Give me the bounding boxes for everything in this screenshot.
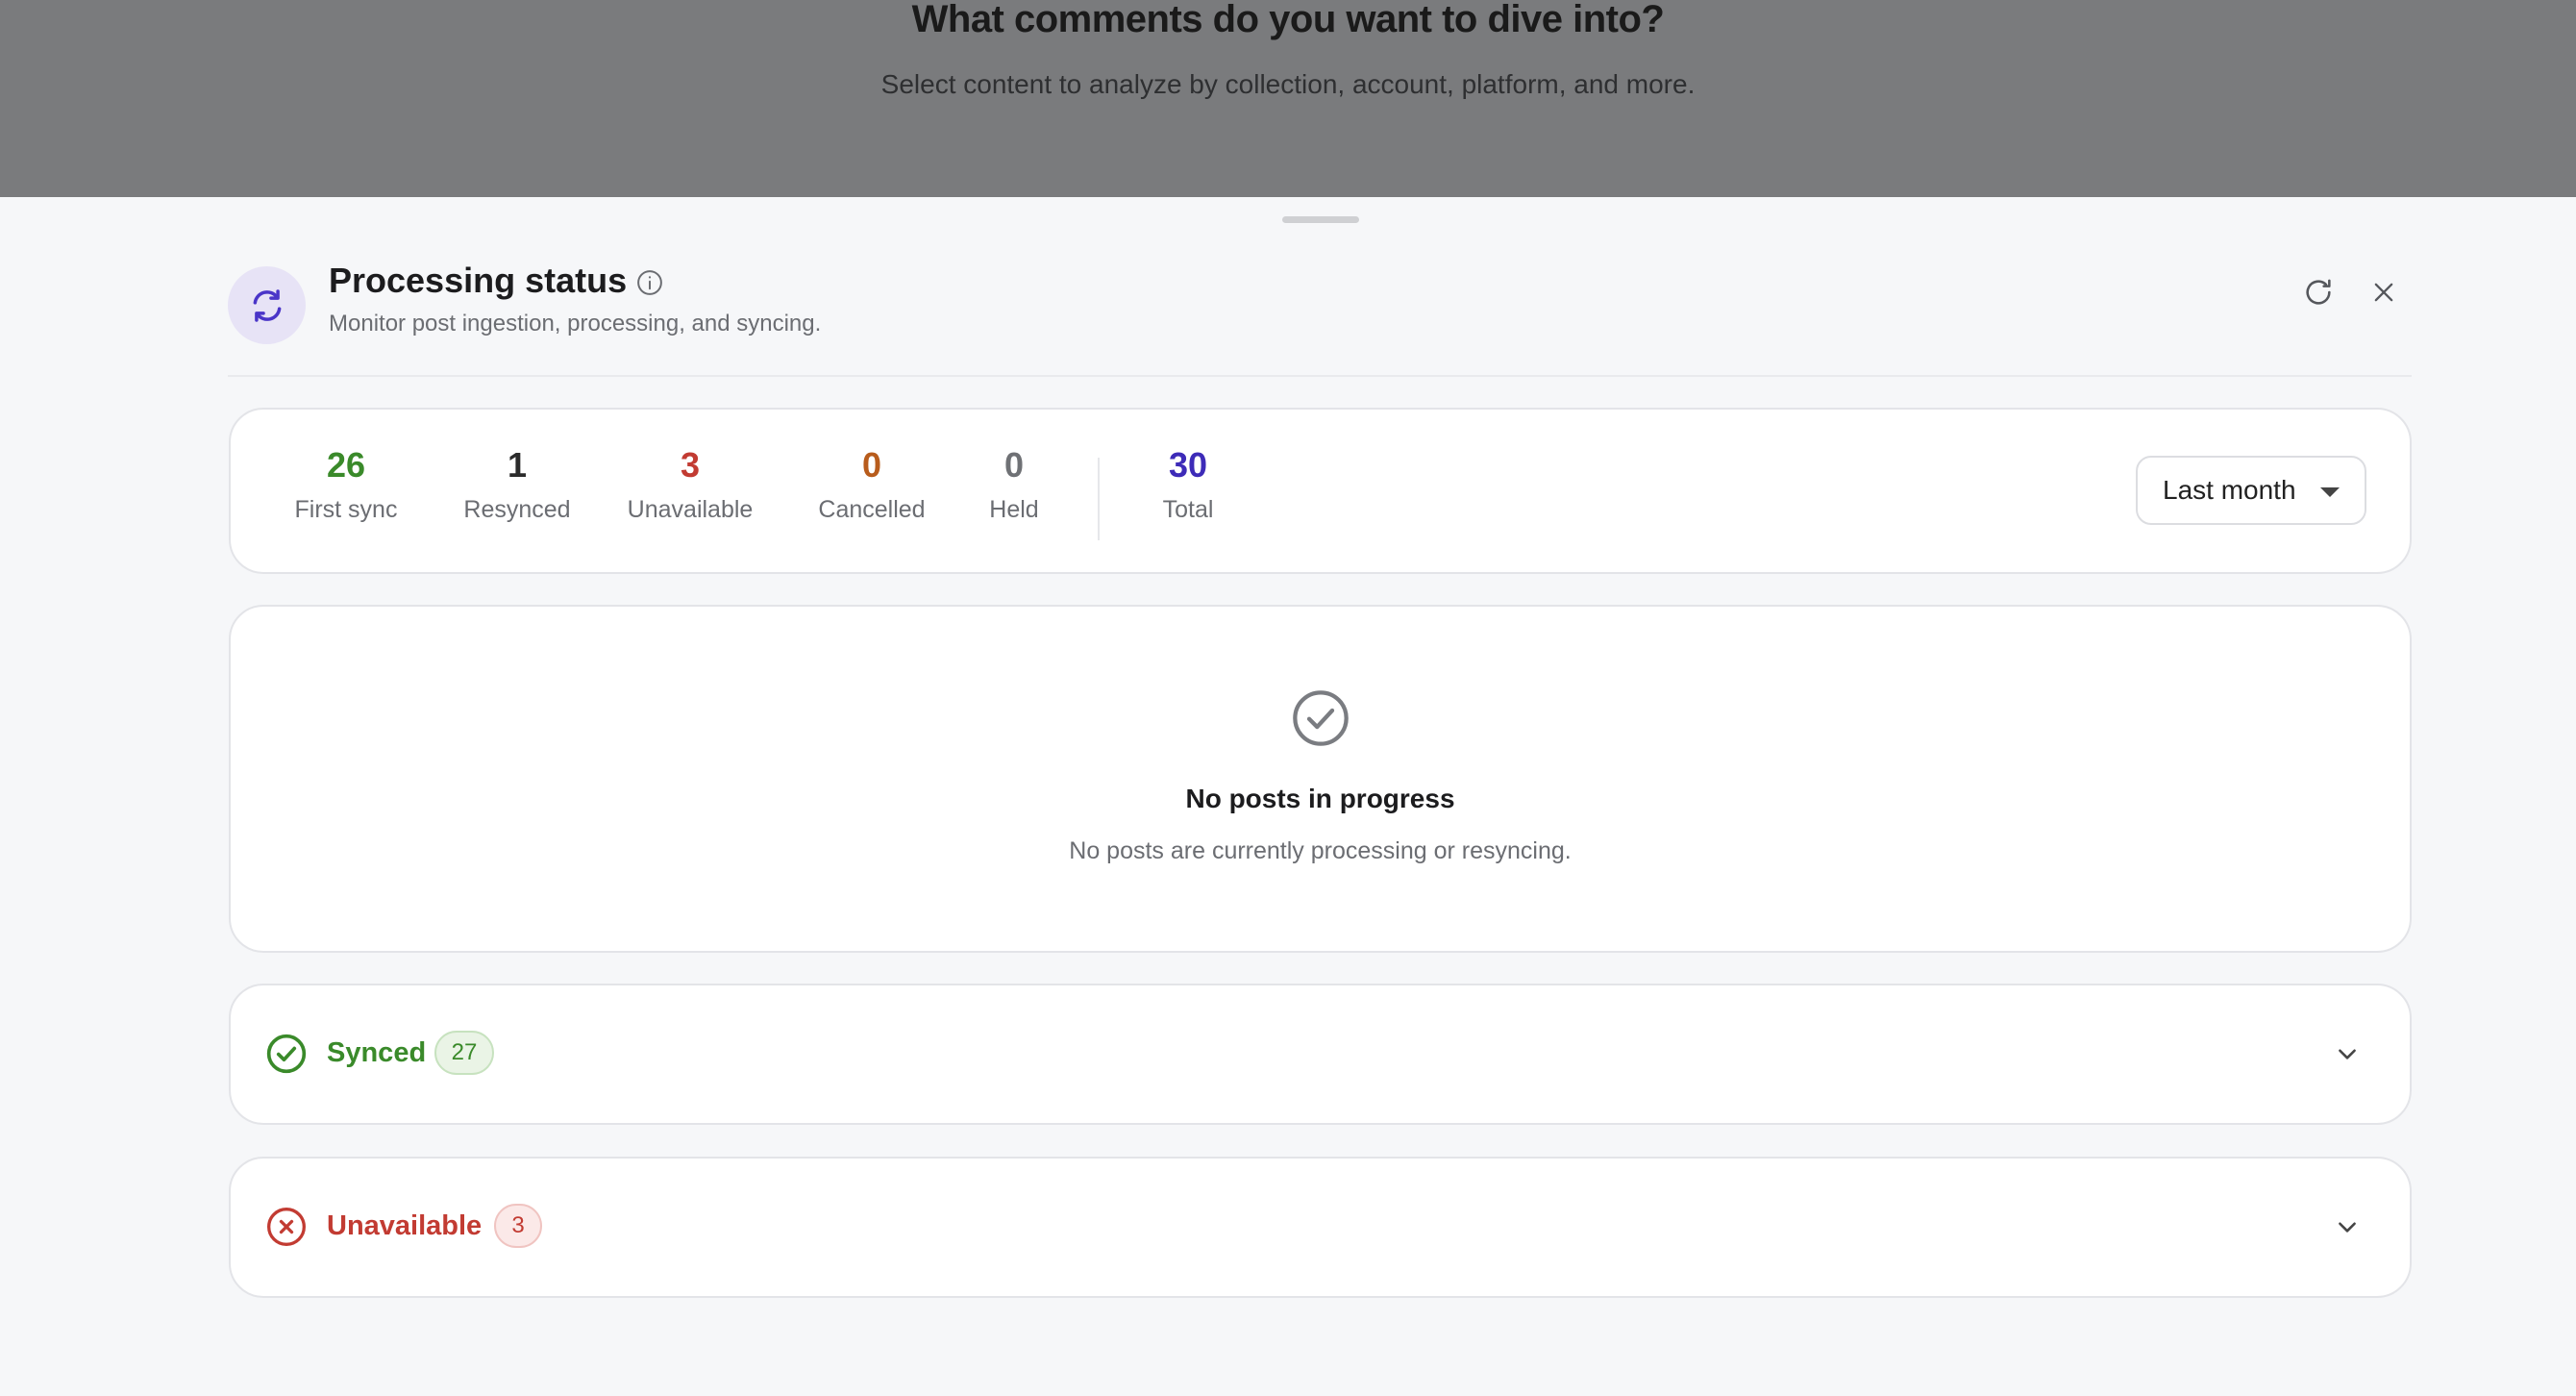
- stat-value: 30: [1168, 445, 1208, 485]
- unavailable-label: Unavailable: [327, 1210, 483, 1241]
- refresh-button[interactable]: [2296, 270, 2341, 314]
- caret-down-icon: [2320, 487, 2340, 497]
- stat-value: 0: [861, 445, 882, 485]
- info-icon[interactable]: [635, 268, 664, 297]
- close-icon: [2374, 283, 2393, 302]
- backdrop: What comments do you want to dive into? …: [0, 0, 2576, 197]
- stat-label: Cancelled: [818, 496, 926, 523]
- check-circle-icon: [1290, 687, 1351, 749]
- refresh-icon: [2306, 279, 2331, 305]
- backdrop-title: What comments do you want to dive into?: [911, 0, 1665, 40]
- stat-label: Total: [1162, 496, 1214, 523]
- x-circle-icon: [265, 1206, 308, 1248]
- sync-icon: [228, 266, 306, 344]
- stat-unavailable: 3 Unavailable: [608, 448, 772, 524]
- synced-section[interactable]: Synced 27: [229, 984, 2412, 1125]
- synced-count-badge: 27: [434, 1031, 494, 1075]
- header-divider: [228, 375, 2412, 377]
- time-range-value: Last month: [2163, 475, 2296, 505]
- stats-divider: [1098, 458, 1100, 540]
- stat-label: First sync: [294, 496, 398, 523]
- stat-value: 26: [326, 445, 366, 485]
- stat-value: 0: [1003, 445, 1025, 485]
- stat-value: 3: [680, 445, 701, 485]
- chevron-down-icon: [2333, 1212, 2362, 1241]
- unavailable-section[interactable]: Unavailable 3: [229, 1157, 2412, 1298]
- stats-card: 26 First sync 1 Resynced 3 Unavailable 0…: [229, 408, 2412, 574]
- check-circle-icon: [265, 1033, 308, 1075]
- processing-status-sheet: Processing status Monitor post ingestion…: [0, 197, 2576, 1396]
- stat-value: 1: [507, 445, 528, 485]
- stat-total: 30 Total: [1140, 448, 1236, 524]
- stat-held: 0 Held: [966, 448, 1062, 524]
- stat-label: Resynced: [463, 496, 571, 523]
- backdrop-subtitle: Select content to analyze by collection,…: [880, 69, 1696, 99]
- close-button[interactable]: [2362, 270, 2406, 314]
- stat-first-sync: 26 First sync: [279, 448, 413, 524]
- empty-state-title: No posts in progress: [1185, 784, 1455, 813]
- time-range-select[interactable]: Last month: [2136, 456, 2366, 525]
- in-progress-card: No posts in progress No posts are curren…: [229, 605, 2412, 953]
- stat-cancelled: 0 Cancelled: [795, 448, 949, 524]
- unavailable-count-badge: 3: [494, 1204, 542, 1248]
- synced-label: Synced: [327, 1037, 427, 1068]
- stat-label: Held: [989, 496, 1039, 523]
- stat-resynced: 1 Resynced: [440, 448, 594, 524]
- panel-title: Processing status: [329, 261, 628, 300]
- chevron-down-icon: [2333, 1039, 2362, 1068]
- panel-subtitle: Monitor post ingestion, processing, and …: [329, 311, 822, 337]
- stat-label: Unavailable: [627, 496, 754, 523]
- empty-state-subtitle: No posts are currently processing or res…: [1069, 837, 1572, 864]
- sheet-drag-handle[interactable]: [1282, 216, 1359, 223]
